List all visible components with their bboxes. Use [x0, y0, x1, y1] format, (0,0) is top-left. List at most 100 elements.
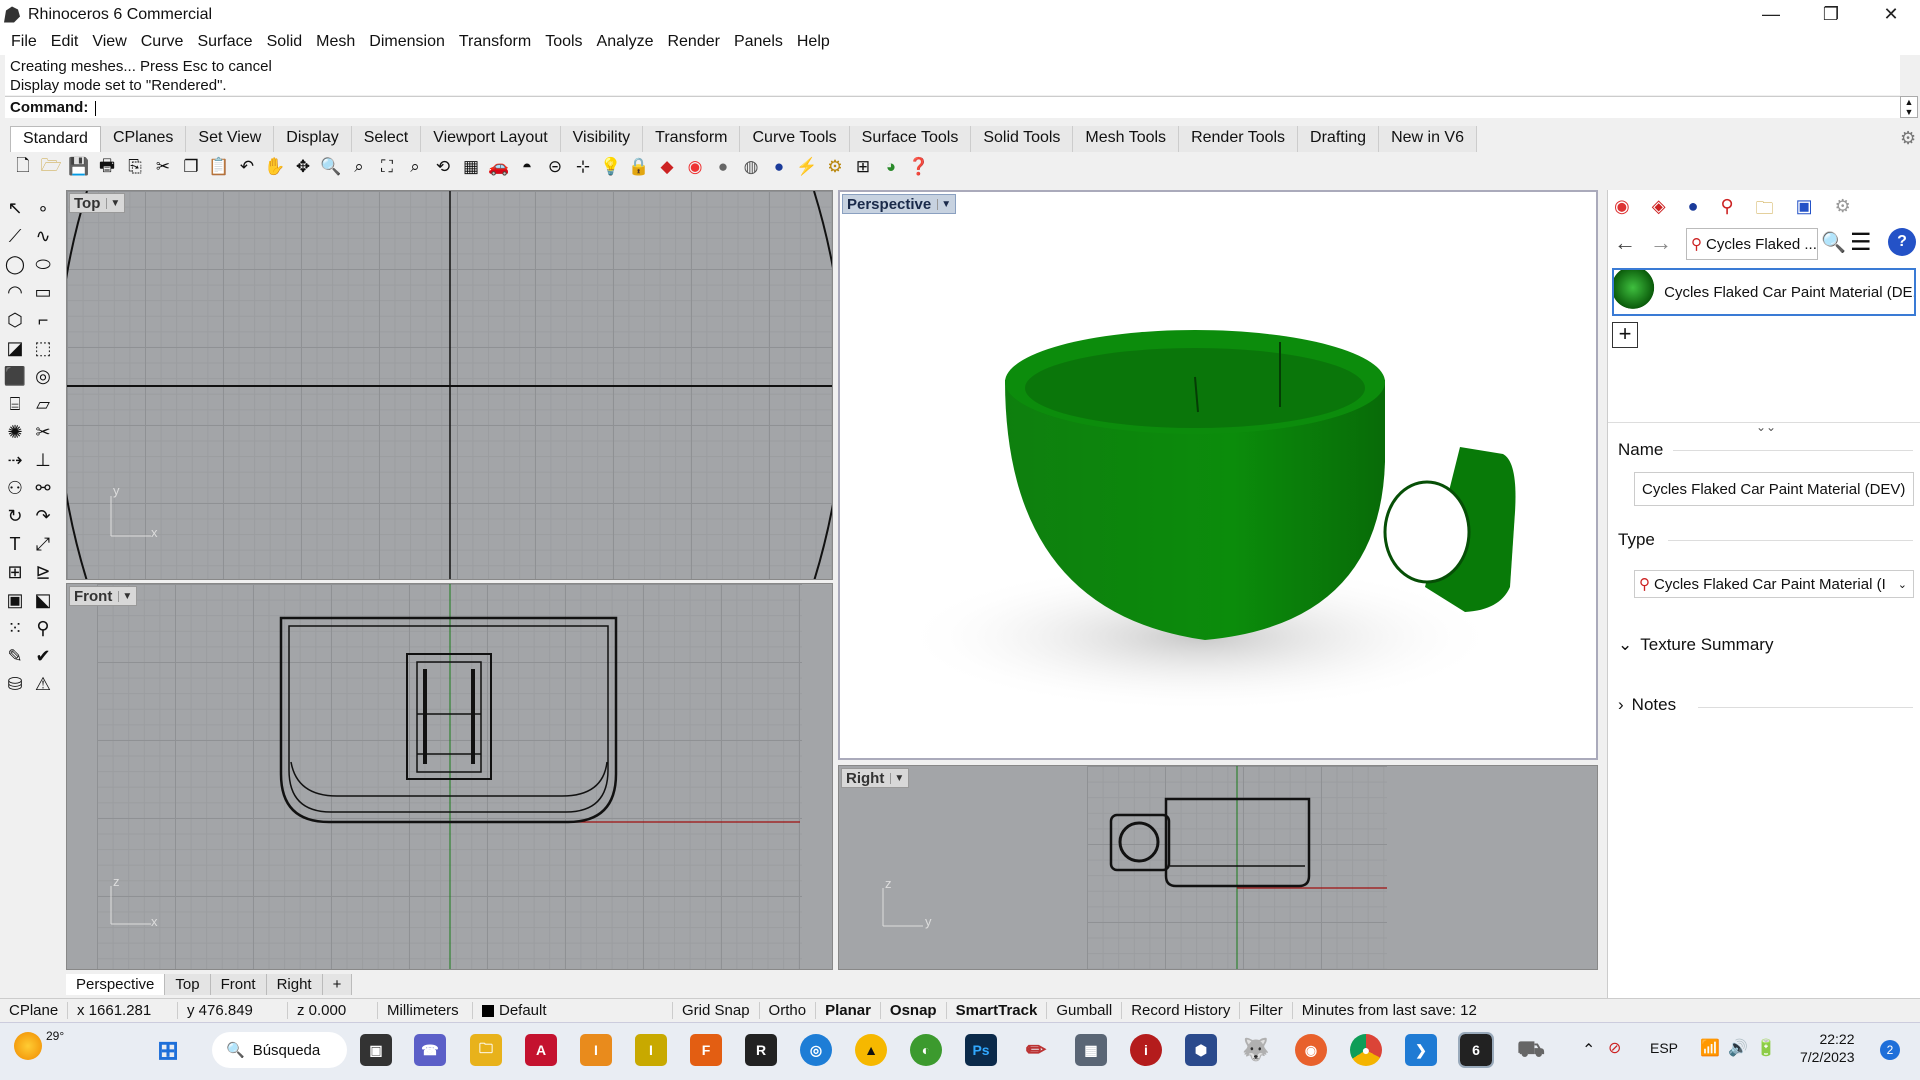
tab-right[interactable]: Right — [266, 973, 323, 995]
folder-icon[interactable]: 🗀 — [1756, 196, 1774, 226]
explode-icon[interactable]: ✺ — [2, 419, 28, 445]
zoom-window-icon[interactable]: ⌕ — [346, 154, 372, 180]
menu-curve[interactable]: Curve — [134, 33, 191, 51]
import-icon[interactable]: ⎘ — [122, 154, 148, 180]
calculator-icon[interactable]: ▦ — [1075, 1034, 1107, 1066]
archicad-icon[interactable]: ▲ — [855, 1034, 887, 1066]
chrome-icon[interactable]: ● — [1350, 1034, 1382, 1066]
material-name-field[interactable]: Cycles Flaked Car Paint Material (DEV) — [1634, 472, 1914, 506]
photoshop-icon[interactable]: Ps — [965, 1034, 997, 1066]
render-tool-icon[interactable]: ⬕ — [30, 587, 56, 613]
vscode-icon[interactable]: ❯ — [1405, 1034, 1437, 1066]
layers-icon[interactable]: ◈ — [1652, 196, 1666, 226]
command-scroll[interactable]: ▲ ▼ — [1900, 96, 1918, 118]
surface-icon[interactable]: ◪ — [2, 335, 28, 361]
command-line[interactable]: Command: — [5, 96, 1900, 118]
check-icon[interactable]: ✔ — [30, 643, 56, 669]
pencil-icon[interactable]: ✏ — [1020, 1034, 1052, 1066]
tab-front[interactable]: Front — [210, 973, 267, 995]
render-content-icon[interactable]: ● — [1688, 196, 1699, 226]
loft-icon[interactable]: ⬚ — [30, 335, 56, 361]
undo-icon[interactable]: ↶ — [234, 154, 260, 180]
inventor-icon[interactable]: I — [580, 1034, 612, 1066]
menu-panels[interactable]: Panels — [727, 33, 790, 51]
toggle-record-history[interactable]: Record History — [1122, 1002, 1241, 1019]
tab-drafting[interactable]: Drafting — [1298, 126, 1380, 152]
windows-start-icon[interactable]: ⊞ — [152, 1034, 184, 1066]
keyboard-language[interactable]: ESP — [1650, 1040, 1678, 1056]
fillet-curve-icon[interactable]: ⌐ — [30, 307, 56, 333]
join-icon[interactable]: ⚯ — [30, 475, 56, 501]
fusion-icon[interactable]: F — [690, 1034, 722, 1066]
rotate-icon[interactable]: ↻ — [2, 503, 28, 529]
rectangle-icon[interactable]: ▭ — [30, 279, 56, 305]
tab-transform[interactable]: Transform — [643, 126, 741, 152]
dimension-icon[interactable]: ⤢ — [30, 531, 56, 557]
tab-display[interactable]: Display — [274, 126, 352, 152]
menu-surface[interactable]: Surface — [190, 33, 259, 51]
blue-sphere-icon[interactable]: ● — [766, 154, 792, 180]
array-icon[interactable]: ↷ — [30, 503, 56, 529]
viewport-label-perspective[interactable]: Perspective ▼ — [842, 194, 957, 214]
menu-solid[interactable]: Solid — [260, 33, 310, 51]
pan-icon[interactable]: ✋ — [262, 154, 288, 180]
analyze-icon[interactable]: ⊵ — [30, 559, 56, 585]
snap-icon[interactable]: ⊹ — [570, 154, 596, 180]
open-icon[interactable]: 🗁 — [38, 154, 64, 180]
material-search-box[interactable]: ⚲ Cycles Flaked ... — [1686, 228, 1818, 260]
taskbar-search[interactable]: 🔍 Búsqueda — [212, 1032, 347, 1068]
task-view-icon[interactable]: ▣ — [360, 1034, 392, 1066]
solid-tools-icon[interactable]: ▣ — [2, 587, 28, 613]
app-misc-icon[interactable]: ⛟ — [1515, 1034, 1547, 1066]
sketchup-icon[interactable]: ◐ — [910, 1034, 942, 1066]
color-wheel-icon[interactable]: ◉ — [682, 154, 708, 180]
virtualbox-icon[interactable]: ⬢ — [1185, 1034, 1217, 1066]
toggle-osnap[interactable]: Osnap — [881, 1002, 947, 1019]
car-icon[interactable]: 🚗 — [486, 154, 512, 180]
viewport-front[interactable]: Front ▼ z x — [66, 583, 833, 970]
zoom-icon[interactable]: 🔍 — [318, 154, 344, 180]
menu-analyze[interactable]: Analyze — [590, 33, 661, 51]
viewport-perspective[interactable]: Perspective ▼ — [838, 190, 1598, 760]
teams-icon[interactable]: ☎ — [414, 1034, 446, 1066]
move-icon[interactable]: ⇢ — [2, 447, 28, 473]
menu-tools[interactable]: Tools — [538, 33, 589, 51]
collapse-icon[interactable]: ⌄⌄ — [1756, 420, 1776, 434]
tab-viewport-layout[interactable]: Viewport Layout — [421, 126, 561, 152]
menu-view[interactable]: View — [85, 33, 133, 51]
cplane-indicator[interactable]: CPlane — [0, 1002, 68, 1019]
viewport-label-front[interactable]: Front ▼ — [69, 586, 138, 606]
viewport-top[interactable]: Top ▼ y x — [66, 190, 833, 580]
rhino-active-icon[interactable]: 6 — [1458, 1032, 1494, 1068]
settings-icon[interactable]: ⚙ — [1835, 196, 1851, 226]
select-arrow-icon[interactable]: ↖ — [2, 195, 28, 221]
viewport-layout-icon[interactable]: ▦ — [458, 154, 484, 180]
grid-array-icon[interactable]: ⊞ — [2, 559, 28, 585]
undo-view-icon[interactable]: ⟲ — [430, 154, 456, 180]
info-app-icon[interactable]: i — [1130, 1034, 1162, 1066]
toggle-smarttrack[interactable]: SmartTrack — [947, 1002, 1048, 1019]
chevron-down-icon[interactable]: ▼ — [118, 590, 132, 602]
save-icon[interactable]: 💾 — [66, 154, 92, 180]
lock-icon[interactable]: 🔒 — [626, 154, 652, 180]
wifi-icon[interactable]: 📶 — [1700, 1038, 1720, 1058]
text-icon[interactable]: T — [2, 531, 28, 557]
arc-icon[interactable]: ◠ — [2, 279, 28, 305]
menu-mesh[interactable]: Mesh — [309, 33, 362, 51]
zoom-selected-icon[interactable]: ⌕ — [402, 154, 428, 180]
tab-standard[interactable]: Standard — [10, 126, 101, 152]
point-grid-icon[interactable]: ⁙ — [2, 615, 28, 641]
search-icon[interactable]: 🔍 — [1821, 230, 1846, 255]
toggle-planar[interactable]: Planar — [816, 1002, 881, 1019]
menu-render[interactable]: Render — [660, 33, 726, 51]
menu-help[interactable]: Help — [790, 33, 837, 51]
toggle-ortho[interactable]: Ortho — [760, 1002, 817, 1019]
light-tool-icon[interactable]: ⚠ — [30, 671, 56, 697]
paste-icon[interactable]: 📋 — [206, 154, 232, 180]
weather-widget[interactable]: 29° — [14, 1029, 64, 1060]
new-icon[interactable]: 🗋 — [10, 154, 36, 180]
render-sphere-icon[interactable]: ◍ — [738, 154, 764, 180]
app-circle-icon[interactable]: ◎ — [800, 1034, 832, 1066]
circle-icon[interactable]: ◯ — [2, 251, 28, 277]
group-icon[interactable]: ⚇ — [2, 475, 28, 501]
